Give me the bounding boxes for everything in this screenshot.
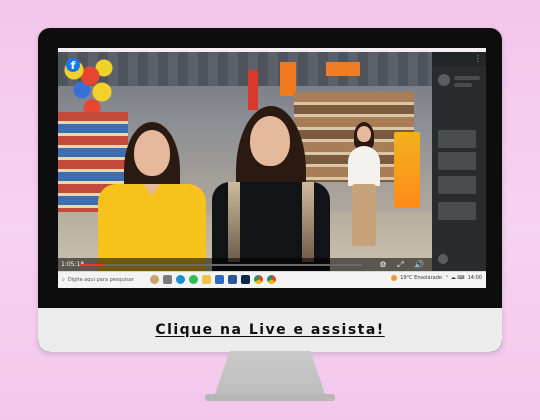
facebook-icon[interactable]: f <box>66 58 80 72</box>
presenter-yellow-uniform <box>96 122 208 272</box>
photoshop-icon[interactable] <box>241 275 250 284</box>
comment-placeholder <box>438 130 476 148</box>
whatsapp-icon[interactable] <box>189 275 198 284</box>
monitor-screen: f 1:05:18 ⚙ ⤢ 🔊 ⋮ ⌕ Digite aqui para pes… <box>58 48 486 288</box>
send-icon[interactable] <box>438 254 448 264</box>
system-tray: 19°C Ensolarado ⌃ ☁ ⌨ 14:00 <box>391 275 482 281</box>
monitor: f 1:05:18 ⚙ ⤢ 🔊 ⋮ ⌕ Digite aqui para pes… <box>38 28 502 352</box>
comment-placeholder <box>438 202 476 220</box>
monitor-chin: Clique na Live e assista! <box>38 308 502 352</box>
taskbar-search[interactable]: ⌕ Digite aqui para pesquisar <box>62 275 148 285</box>
chrome-icon[interactable] <box>254 275 263 284</box>
store-sign-red <box>248 70 258 110</box>
video-progress-bar[interactable] <box>80 264 362 266</box>
taskbar-apps <box>150 275 276 284</box>
weather-text: 19°C Ensolarado <box>400 275 442 281</box>
store-banner-orange <box>326 62 360 76</box>
chrome-icon[interactable] <box>267 275 276 284</box>
file-explorer-icon[interactable] <box>202 275 211 284</box>
snack-display <box>394 132 420 208</box>
search-icon: ⌕ <box>62 277 65 283</box>
video-progress-fill <box>80 264 103 266</box>
edge-icon[interactable] <box>176 275 185 284</box>
taskbar-search-placeholder: Digite aqui para pesquisar <box>67 277 134 283</box>
sidepanel-header: ⋮ <box>432 52 486 66</box>
shopper-figure <box>344 122 384 252</box>
store-sign-orange <box>280 62 296 96</box>
weather-icon <box>391 275 398 281</box>
presenter-black-top <box>206 106 336 272</box>
windows-taskbar: ⌕ Digite aqui para pesquisar 19°C Ensola… <box>58 271 486 288</box>
avatar <box>438 74 450 86</box>
video-control-icons[interactable]: ⚙ ⤢ 🔊 <box>379 260 428 270</box>
task-view-icon[interactable] <box>163 275 172 284</box>
monitor-stand-base <box>205 394 335 401</box>
clock: 14:00 <box>467 275 482 281</box>
comment-line <box>454 83 472 87</box>
watch-live-link[interactable]: Clique na Live e assista! <box>155 322 384 338</box>
chat-sidepanel: ⋮ <box>432 52 486 272</box>
monitor-stand <box>214 351 326 397</box>
comment-placeholder <box>438 176 476 194</box>
live-video[interactable]: f 1:05:18 ⚙ ⤢ 🔊 <box>58 52 432 272</box>
comment-line <box>454 76 480 80</box>
word-icon[interactable] <box>228 275 237 284</box>
store-icon[interactable] <box>215 275 224 284</box>
user-avatar-icon[interactable] <box>150 275 159 284</box>
tray-icons[interactable]: ⌃ ☁ ⌨ <box>445 275 465 281</box>
more-options-icon[interactable]: ⋮ <box>474 54 482 63</box>
comment-placeholder <box>438 152 476 170</box>
video-controls-bar: 1:05:18 ⚙ ⤢ 🔊 <box>58 258 432 272</box>
